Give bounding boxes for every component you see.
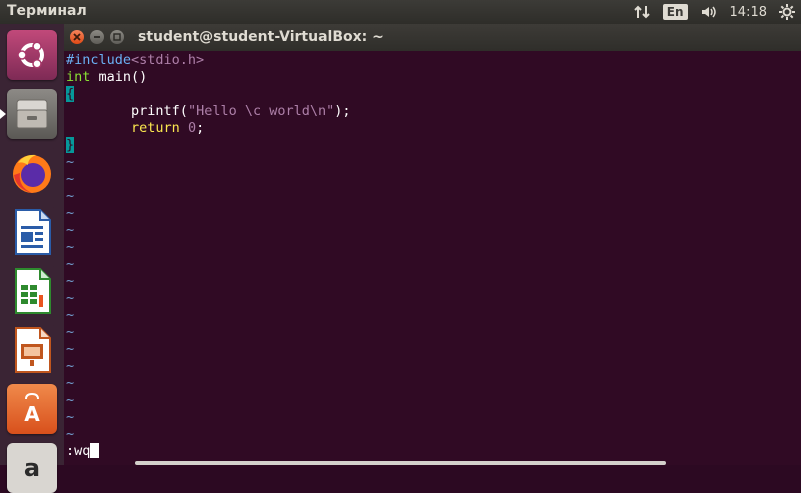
close-brace: } [66,137,75,153]
include-directive: #include [66,52,132,68]
horizontal-scrollbar[interactable] [135,461,666,465]
empty-line-marker: ~ [66,409,75,425]
svg-text:A: A [24,402,40,426]
main-signature: main() [90,69,148,85]
amazon-icon[interactable]: a [7,443,57,493]
printf-call: printf( [131,103,188,119]
text-cursor [90,443,100,458]
top-panel: Терминал En 14:18 [0,0,801,24]
command-line[interactable]: :wq [66,443,100,460]
ubuntu-dash-icon[interactable] [7,30,57,80]
empty-line-marker: ~ [66,205,75,221]
files-icon[interactable] [7,89,57,139]
ubuntu-software-icon[interactable]: A [7,384,57,434]
empty-line-marker: ~ [66,188,75,204]
empty-line-marker: ~ [66,426,75,442]
close-button[interactable] [70,30,84,44]
launcher: A a [0,24,65,493]
empty-line-marker: ~ [66,273,75,289]
app-title[interactable]: Терминал [7,3,87,19]
minimize-button[interactable] [90,30,104,44]
open-brace: { [66,86,75,102]
network-icon[interactable] [633,4,651,20]
code-line-open-brace: { [66,86,75,103]
firefox-icon[interactable] [7,148,57,198]
return-indent [66,120,131,136]
code-line-printf: printf("Hello \c world\n"); [66,103,351,120]
close-icon [73,33,81,41]
libreoffice-impress-icon[interactable] [7,325,57,375]
empty-line-marker: ~ [66,375,75,391]
code-line-close-brace: } [66,137,75,154]
empty-line-marker: ~ [66,239,75,255]
window-titlebar[interactable]: student@student-VirtualBox: ~ [64,24,801,51]
code-line-return: return 0; [66,120,204,137]
empty-line-marker: ~ [66,222,75,238]
empty-line-marker: ~ [66,171,75,187]
empty-line-marker: ~ [66,307,75,323]
keyboard-layout-indicator[interactable]: En [662,4,688,20]
return-end: ; [196,120,205,136]
return-value: 0 [179,120,197,136]
libreoffice-calc-icon[interactable] [7,266,57,316]
empty-line-marker: ~ [66,392,75,408]
maximize-icon [113,33,121,41]
window-title: student@student-VirtualBox: ~ [138,29,384,45]
printf-end: ); [334,103,351,119]
empty-line-marker: ~ [66,290,75,306]
empty-line-marker: ~ [66,154,75,170]
main-return-type: int [66,69,91,85]
code-line-include: #include<stdio.h> [66,52,204,69]
terminal-area[interactable]: #include<stdio.h> int main() { printf("H… [64,51,801,465]
gear-icon[interactable] [779,4,795,20]
minimize-icon [94,36,100,38]
command-text: :wq [66,443,91,459]
libreoffice-writer-icon[interactable] [7,207,57,257]
maximize-button[interactable] [110,30,124,44]
code-line-main: int main() [66,69,147,86]
empty-line-marker: ~ [66,256,75,272]
return-keyword: return [131,120,180,136]
empty-line-marker: ~ [66,341,75,357]
indicator-area: En 14:18 [633,0,795,24]
active-app-arrow [0,109,6,119]
svg-text:a: a [24,454,40,482]
printf-string: "Hello \c world\n" [187,103,335,119]
empty-line-marker: ~ [66,358,75,374]
empty-line-marker: ~ [66,324,75,340]
volume-icon[interactable] [700,4,718,20]
printf-indent [66,103,131,119]
include-header: <stdio.h> [131,52,205,68]
clock[interactable]: 14:18 [730,5,767,20]
